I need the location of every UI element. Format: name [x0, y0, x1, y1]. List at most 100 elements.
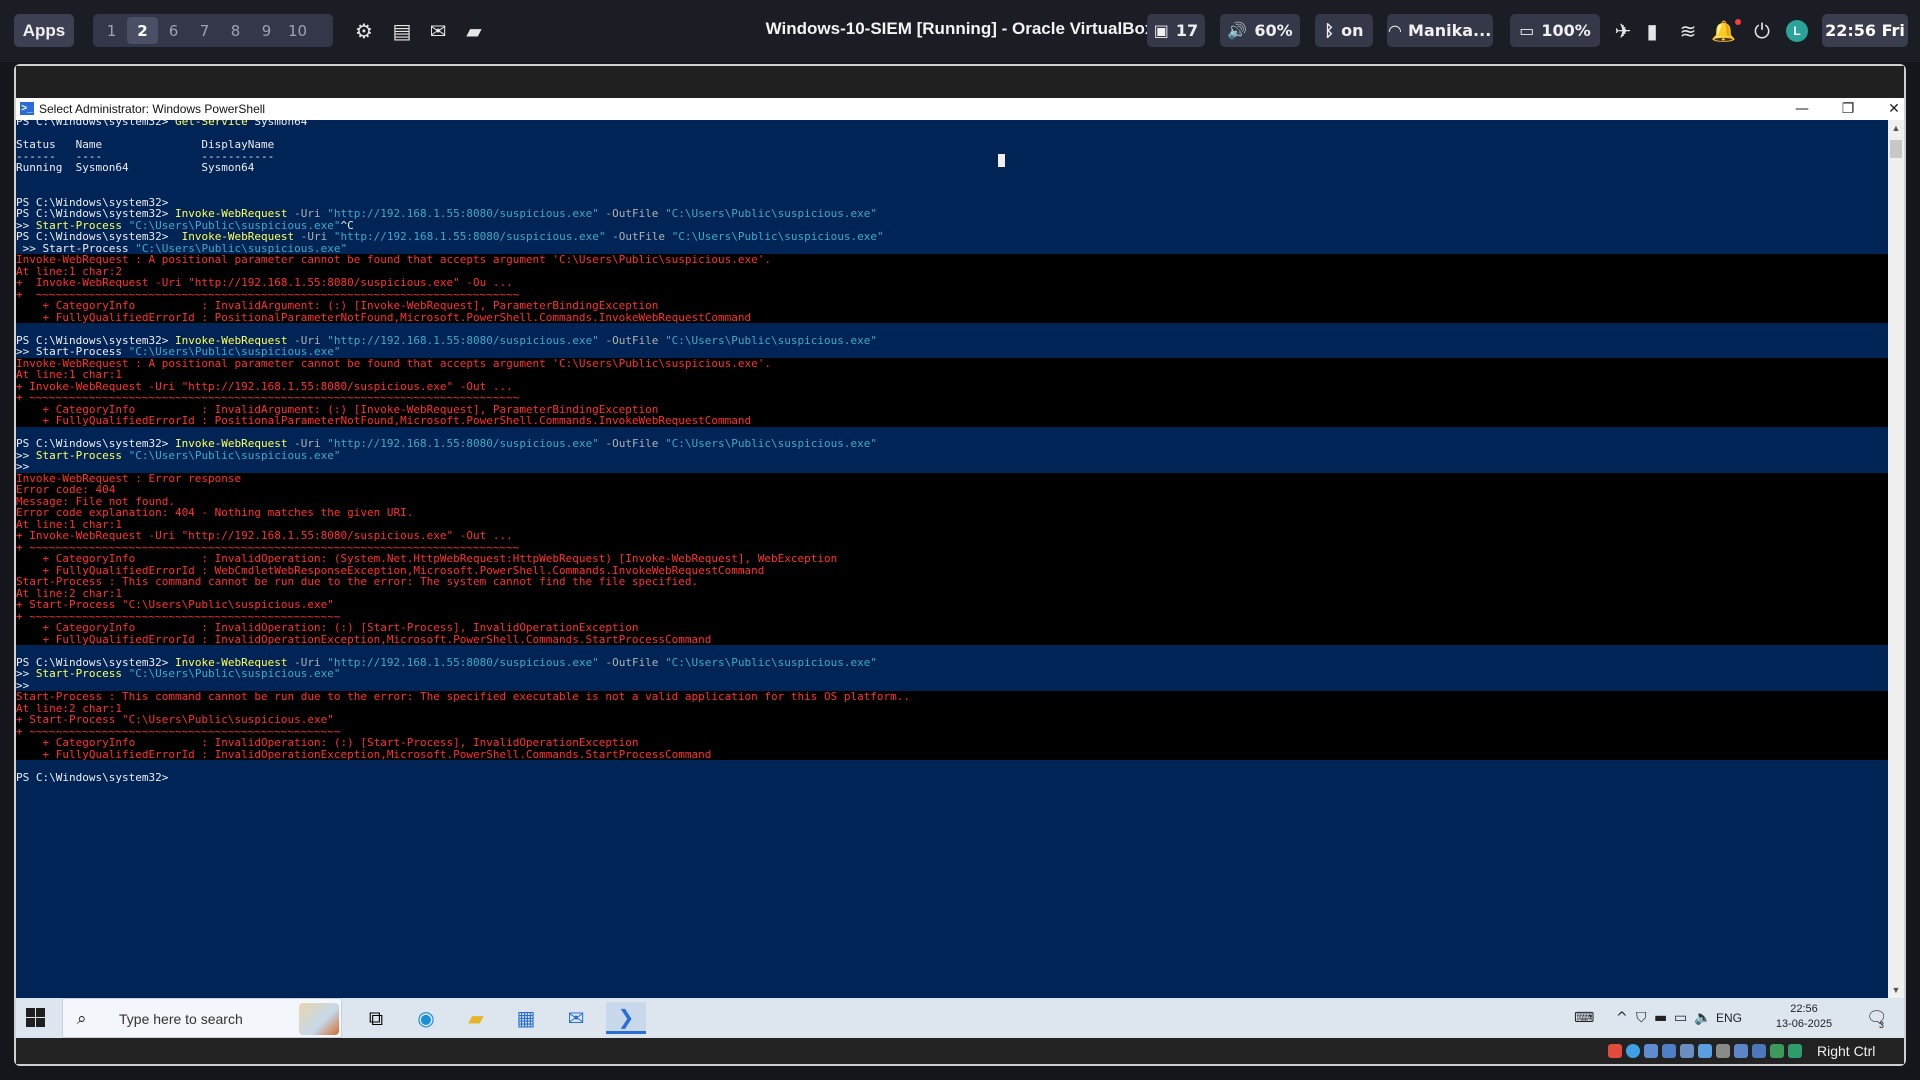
volume-indicator[interactable]: 🔊 60% [1220, 14, 1300, 47]
workspace-1[interactable]: 1 [96, 17, 127, 44]
console-line: >> Start-Process "C:\Users\Public\suspic… [16, 448, 1888, 462]
speaker-icon[interactable]: 🔈 [1694, 1010, 1711, 1026]
bluetooth-indicator[interactable]: ᛒ on [1315, 14, 1373, 47]
taskbar-clock[interactable]: 22:56 13-06-2025 [1769, 1002, 1839, 1032]
power-icon[interactable]: ⏻ [1750, 19, 1774, 43]
console-text: Invoke-WebRequest : A positional paramet… [16, 253, 771, 266]
console-text: "C:\Users\Public\suspicious.exe" [121, 448, 341, 462]
powershell-taskbar-icon[interactable]: ❯ [606, 1002, 646, 1034]
scroll-thumb[interactable] [1890, 140, 1902, 158]
workspace-10[interactable]: 10 [282, 17, 313, 44]
console-line: PS C:\Windows\system32> [16, 770, 1888, 784]
network-adapter-icon[interactable] [1662, 1044, 1676, 1058]
restore-button[interactable]: ❐ [1825, 98, 1871, 120]
host-top-bar: Apps 1 2 6 7 8 9 10 ⚙ ▤ ✉ ▰ Windows-10-SIEM [R… [0, 0, 1920, 62]
console-text: "C:\Users\Public\suspicious.exe" [665, 333, 877, 347]
search-icon: ⌕ [77, 1009, 87, 1029]
airplane-icon[interactable]: ✈ [1611, 19, 1635, 43]
drive-icon[interactable]: ▬ [1654, 1010, 1667, 1026]
avatar[interactable]: L [1786, 20, 1808, 42]
virtualbox-status-bar: Right Ctrl [16, 1038, 1904, 1064]
layers-icon[interactable]: ≋ [1676, 19, 1700, 43]
virtualbox-title-strip [16, 66, 1904, 98]
close-button[interactable]: ✕ [1871, 98, 1917, 120]
text-cursor [998, 154, 1005, 167]
scroll-down-arrow-icon[interactable]: ▼ [1888, 982, 1904, 998]
scroll-up-arrow-icon[interactable]: ▲ [1888, 120, 1904, 136]
task-view-icon[interactable]: ⧉ [356, 1002, 396, 1034]
console-error-line: Invoke-WebRequest : A positional paramet… [16, 254, 1888, 266]
console-text: + FullyQualifiedErrorId : InvalidOperati… [16, 747, 712, 761]
chevron-up-icon[interactable]: ^ [1616, 1010, 1628, 1026]
file-explorer-icon[interactable]: ▰ [456, 1002, 496, 1034]
stats-icon[interactable]: ▮ [1640, 19, 1664, 43]
touch-keyboard-icon[interactable]: ⌨ [1574, 1010, 1594, 1026]
action-center-icon[interactable]: 🗨 [1866, 1008, 1888, 1028]
wifi-indicator[interactable]: ◠ Manika... [1387, 14, 1493, 47]
taskbar-time: 22:56 [1790, 1003, 1818, 1015]
mail-icon[interactable]: ✉ [426, 19, 450, 43]
language-indicator[interactable]: ENG [1716, 1011, 1742, 1025]
console-text: Invoke-WebRequest : A positional paramet… [16, 356, 771, 370]
openai-icon[interactable]: ⚙ [352, 19, 376, 43]
packages-indicator[interactable]: ▣ 17 [1147, 14, 1205, 47]
console-text: Start-Process : This command cannot be r… [16, 690, 911, 703]
console-line: Running Sysmon64 Sysmon64 [16, 162, 1888, 174]
console-text: "C:\Users\Public\suspicious.exe" [671, 230, 884, 243]
console-text: "C:\Users\Public\suspicious.exe" [665, 437, 877, 450]
console-text: -OutFile [598, 655, 666, 669]
taskbar-date: 13-06-2025 [1775, 1018, 1833, 1030]
powershell-icon: >_ [20, 102, 34, 115]
windows-start-icon[interactable] [26, 1008, 46, 1028]
console-scrollbar[interactable]: ▲ ▼ [1888, 120, 1904, 998]
bluetooth-icon: ᛒ [1324, 21, 1335, 40]
workspace-6[interactable]: 6 [158, 17, 189, 44]
vtx-icon[interactable] [1770, 1044, 1784, 1058]
console-line: >> Start-Process "C:\Users\Public\suspic… [16, 668, 1888, 680]
powershell-console[interactable]: PS C:\Windows\system32> Get-Service Sysm… [16, 120, 1888, 998]
store-icon[interactable]: ▦ [506, 1002, 546, 1034]
workspace-8[interactable]: 8 [220, 17, 251, 44]
display-icon[interactable] [1716, 1044, 1730, 1058]
wifi-icon: ◠ [1388, 21, 1402, 40]
console-text: + FullyQualifiedErrorId : InvalidOperati… [16, 632, 712, 646]
shared-folders-icon[interactable] [1698, 1044, 1712, 1058]
workspace-9[interactable]: 9 [251, 17, 282, 44]
battery-indicator[interactable]: ▭ 100% [1510, 14, 1600, 47]
console-text: "http://192.168.1.55:8080/suspicious.exe… [333, 230, 606, 243]
mail-app-icon[interactable]: ✉ [556, 1002, 596, 1034]
bell-icon[interactable]: 🔔 [1711, 19, 1736, 43]
powershell-titlebar[interactable]: >_ Select Administrator: Windows PowerSh… [16, 98, 1904, 120]
console-line: >> [16, 461, 1888, 473]
workspace-2[interactable]: 2 [127, 17, 158, 44]
edge-icon[interactable]: ◉ [406, 1002, 446, 1034]
minimize-button[interactable]: — [1779, 98, 1825, 120]
security-icon[interactable]: ⛉ [1636, 1010, 1647, 1026]
taskbar-search-box[interactable]: ⌕ Type here to search [62, 998, 342, 1038]
console-text: PS C:\Windows\system32> [16, 770, 169, 784]
audio-icon[interactable] [1644, 1044, 1658, 1058]
terminal-icon[interactable]: ▤ [390, 19, 414, 43]
console-error-line: Start-Process : This command cannot be r… [16, 691, 1888, 703]
console-line: Status Name DisplayName [16, 139, 1888, 151]
workspace-7[interactable]: 7 [189, 17, 220, 44]
folder-icon[interactable]: ▰ [462, 19, 486, 43]
optical-drive-icon[interactable] [1626, 1044, 1640, 1058]
console-text: Start-Process [35, 667, 122, 680]
cpu-icon[interactable] [1752, 1044, 1766, 1058]
network-icon[interactable]: ▭ [1674, 1010, 1687, 1026]
clock[interactable]: 22:56 Fri [1822, 14, 1908, 47]
apps-button[interactable]: Apps [14, 14, 74, 47]
host-key-label: Right Ctrl [1817, 1043, 1876, 1059]
usb-icon[interactable] [1680, 1044, 1694, 1058]
recording-icon[interactable] [1734, 1044, 1748, 1058]
workspace-switcher: 1 2 6 7 8 9 10 [93, 14, 333, 47]
console-text: + FullyQualifiedErrorId : PositionalPara… [16, 310, 752, 324]
console-text: + FullyQualifiedErrorId : PositionalPara… [16, 414, 752, 427]
console-text: Running Sysmon64 Sysmon64 [16, 161, 255, 174]
search-highlight-image [299, 1003, 339, 1035]
console-line: PS C:\Windows\system32> Get-Service Sysm… [16, 120, 1888, 128]
hard-disk-icon[interactable] [1608, 1044, 1622, 1058]
mouse-integration-icon[interactable] [1788, 1044, 1802, 1058]
